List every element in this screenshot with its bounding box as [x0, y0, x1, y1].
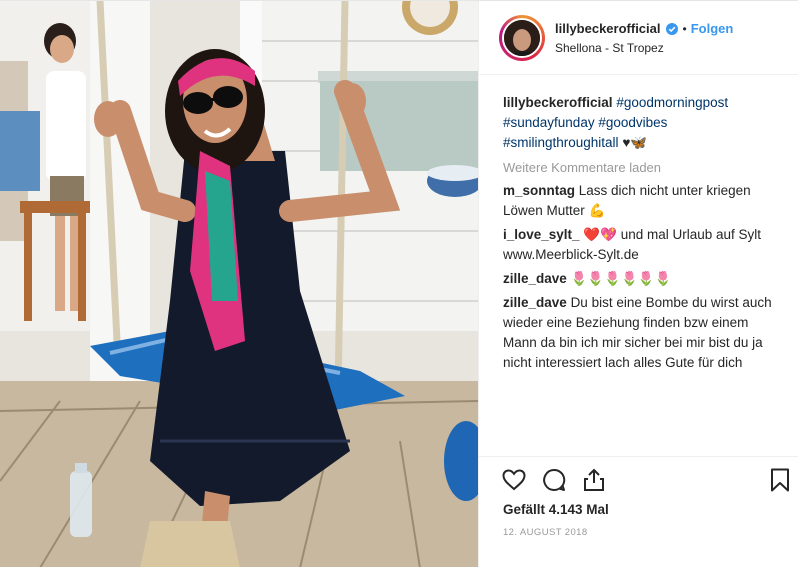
avatar[interactable]: [502, 18, 542, 58]
heart-icon[interactable]: [501, 467, 527, 493]
comment-username[interactable]: zille_dave: [503, 271, 567, 286]
separator-dot: •: [682, 21, 687, 36]
comment-icon[interactable]: [541, 467, 567, 493]
comment-username[interactable]: i_love_sylt_: [503, 227, 580, 242]
post-location[interactable]: Shellona - St Tropez: [555, 41, 664, 55]
post-actions: Gefällt 4.143 Mal 12. AUGUST 2018: [479, 456, 798, 567]
comment: zille_dave Du bist eine Bombe du wirst a…: [503, 293, 773, 373]
post-side-panel: lillybeckerofficial • Folgen Shellona - …: [478, 1, 798, 567]
comment: m_sonntag Lass dich nicht unter kriegen …: [503, 181, 773, 221]
like-count[interactable]: Gefällt 4.143 Mal: [503, 502, 609, 517]
bookmark-icon[interactable]: [767, 467, 793, 493]
hashtag[interactable]: #goodvibes: [598, 115, 667, 130]
post-username[interactable]: lillybeckerofficial: [555, 21, 661, 36]
caption: lillybeckerofficial #goodmorningpost #su…: [503, 93, 773, 153]
verified-badge-icon: [665, 22, 678, 35]
follow-button[interactable]: Folgen: [691, 21, 734, 36]
post-photo[interactable]: [0, 1, 478, 567]
caption-emoji: ♥🦋: [622, 135, 648, 150]
story-ring[interactable]: [499, 15, 545, 61]
comment-username[interactable]: zille_dave: [503, 295, 567, 310]
comments-section: lillybeckerofficial #goodmorningpost #su…: [503, 93, 773, 373]
hashtag[interactable]: #smilingthroughitall: [503, 135, 619, 150]
hashtag[interactable]: #goodmorningpost: [616, 95, 728, 110]
hashtag[interactable]: #sundayfunday: [503, 115, 595, 130]
post-date[interactable]: 12. AUGUST 2018: [503, 527, 588, 538]
post-header: lillybeckerofficial • Folgen Shellona - …: [479, 1, 798, 75]
comment: i_love_sylt_ ❤️💖 und mal Urlaub auf Sylt…: [503, 225, 773, 265]
instagram-post: lillybeckerofficial • Folgen Shellona - …: [0, 0, 798, 567]
avatar-image: [504, 20, 540, 56]
share-icon[interactable]: [581, 467, 607, 493]
comment: zille_dave 🌷🌷🌷🌷🌷🌷: [503, 269, 773, 289]
comment-username[interactable]: m_sonntag: [503, 183, 575, 198]
comment-text: 🌷🌷🌷🌷🌷🌷: [570, 271, 672, 286]
load-more-comments[interactable]: Weitere Kommentare laden: [503, 159, 773, 177]
caption-username[interactable]: lillybeckerofficial: [503, 95, 613, 110]
photo-illustration: [0, 1, 478, 567]
username-row: lillybeckerofficial • Folgen: [555, 21, 733, 36]
